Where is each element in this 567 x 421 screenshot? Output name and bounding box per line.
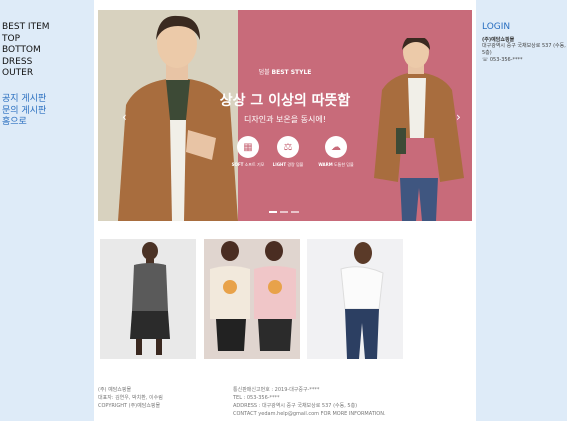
grid-icon: ▦	[237, 136, 259, 158]
banner-prev-arrow-icon[interactable]: ‹	[122, 110, 127, 124]
warm-icon: ☁	[325, 136, 347, 158]
footer-company-info: (주) 예담쇼핑몰 대표자: 김연우, 박치환, 이수림 COPYRIGHT (…	[98, 386, 163, 410]
banner-model-right	[374, 38, 464, 221]
feature-light-label: LIGHT 경량 덤블	[272, 162, 304, 167]
login-link[interactable]: LOGIN	[482, 22, 510, 32]
feature-warm: ☁ WARM 도톰한 덤블	[316, 136, 356, 168]
footer-copyright: COPYRIGHT (주)예담쇼핑몰	[98, 403, 161, 409]
left-sidebar: BEST ITEM TOP BOTTOM DRESS OUTER 공지 게시판 …	[0, 0, 94, 421]
home-link[interactable]: 홈으로	[2, 117, 46, 129]
product-image-2	[204, 239, 300, 359]
footer-company-name: (주) 예담쇼핑몰	[98, 387, 132, 393]
weight-icon: ⚖	[277, 136, 299, 158]
category-dress[interactable]: DRESS	[2, 57, 50, 69]
banner-subtitle: 디자인과 보온을 동시에!	[244, 115, 326, 124]
footer-address: ADDRESS : 대구광역시 중구 국채보상로 537 (수동, 5층)	[233, 403, 358, 409]
banner-pagination	[269, 211, 299, 213]
board-menu: 공지 게시판 문의 게시판 홈으로	[2, 94, 46, 129]
banner-dot-1[interactable]	[269, 211, 277, 213]
main-banner[interactable]: 덤블 BEST STYLE 상상 그 이상의 따뜻함 디자인과 보온을 동시에!…	[98, 10, 472, 221]
feature-soft-label: SOFT 소프트 기모	[231, 162, 265, 167]
footer-contact-info: 통신판매신고번호 : 2019-대구중구-**** TEL : 053-356-…	[233, 386, 386, 418]
product-image-1	[130, 242, 170, 355]
footer-tel: TEL : 053-356-****	[233, 395, 280, 401]
banner-dot-2[interactable]	[280, 211, 288, 213]
inquiry-board-link[interactable]: 문의 게시판	[2, 106, 46, 118]
feature-light: ⚖ LIGHT 경량 덤블	[268, 136, 308, 168]
banner-next-arrow-icon[interactable]: ›	[456, 110, 461, 124]
product-card-2[interactable]	[204, 239, 300, 359]
feature-soft: ▦ SOFT 소프트 기모	[228, 136, 268, 168]
category-bottom[interactable]: BOTTOM	[2, 45, 50, 57]
footer-registration: 통신판매신고번호 : 2019-대구중구-****	[233, 387, 320, 393]
right-sidebar: LOGIN (주)예담쇼핑몰 대구광역시 중구 국채보상로 537 (수동, 5…	[476, 0, 567, 421]
product-image-3	[340, 242, 384, 359]
banner-dot-3[interactable]	[291, 211, 299, 213]
category-top[interactable]: TOP	[2, 34, 50, 46]
company-phone: ☏ 053-356-****	[482, 57, 523, 63]
product-card-3[interactable]	[307, 239, 403, 359]
footer-representatives: 대표자: 김연우, 박치환, 이수림	[98, 395, 163, 401]
category-outer[interactable]: OUTER	[2, 68, 50, 80]
banner-kicker: 덤블 BEST STYLE	[258, 69, 312, 76]
footer-contact: CONTACT yedam.help@gmail.com FOR MORE IN…	[233, 411, 386, 417]
feature-warm-label: WARM 도톰한 덤블	[318, 162, 354, 167]
notice-board-link[interactable]: 공지 게시판	[2, 94, 46, 106]
company-name: (주)예담쇼핑몰	[482, 37, 515, 43]
product-card-1[interactable]	[100, 239, 196, 359]
banner-title: 상상 그 이상의 따뜻함	[219, 93, 351, 109]
company-address: 대구광역시 중구 국채보상로 537 (수동, 5층)	[482, 43, 566, 56]
category-menu: BEST ITEM TOP BOTTOM DRESS OUTER	[2, 22, 50, 80]
category-best-item[interactable]: BEST ITEM	[2, 22, 50, 34]
